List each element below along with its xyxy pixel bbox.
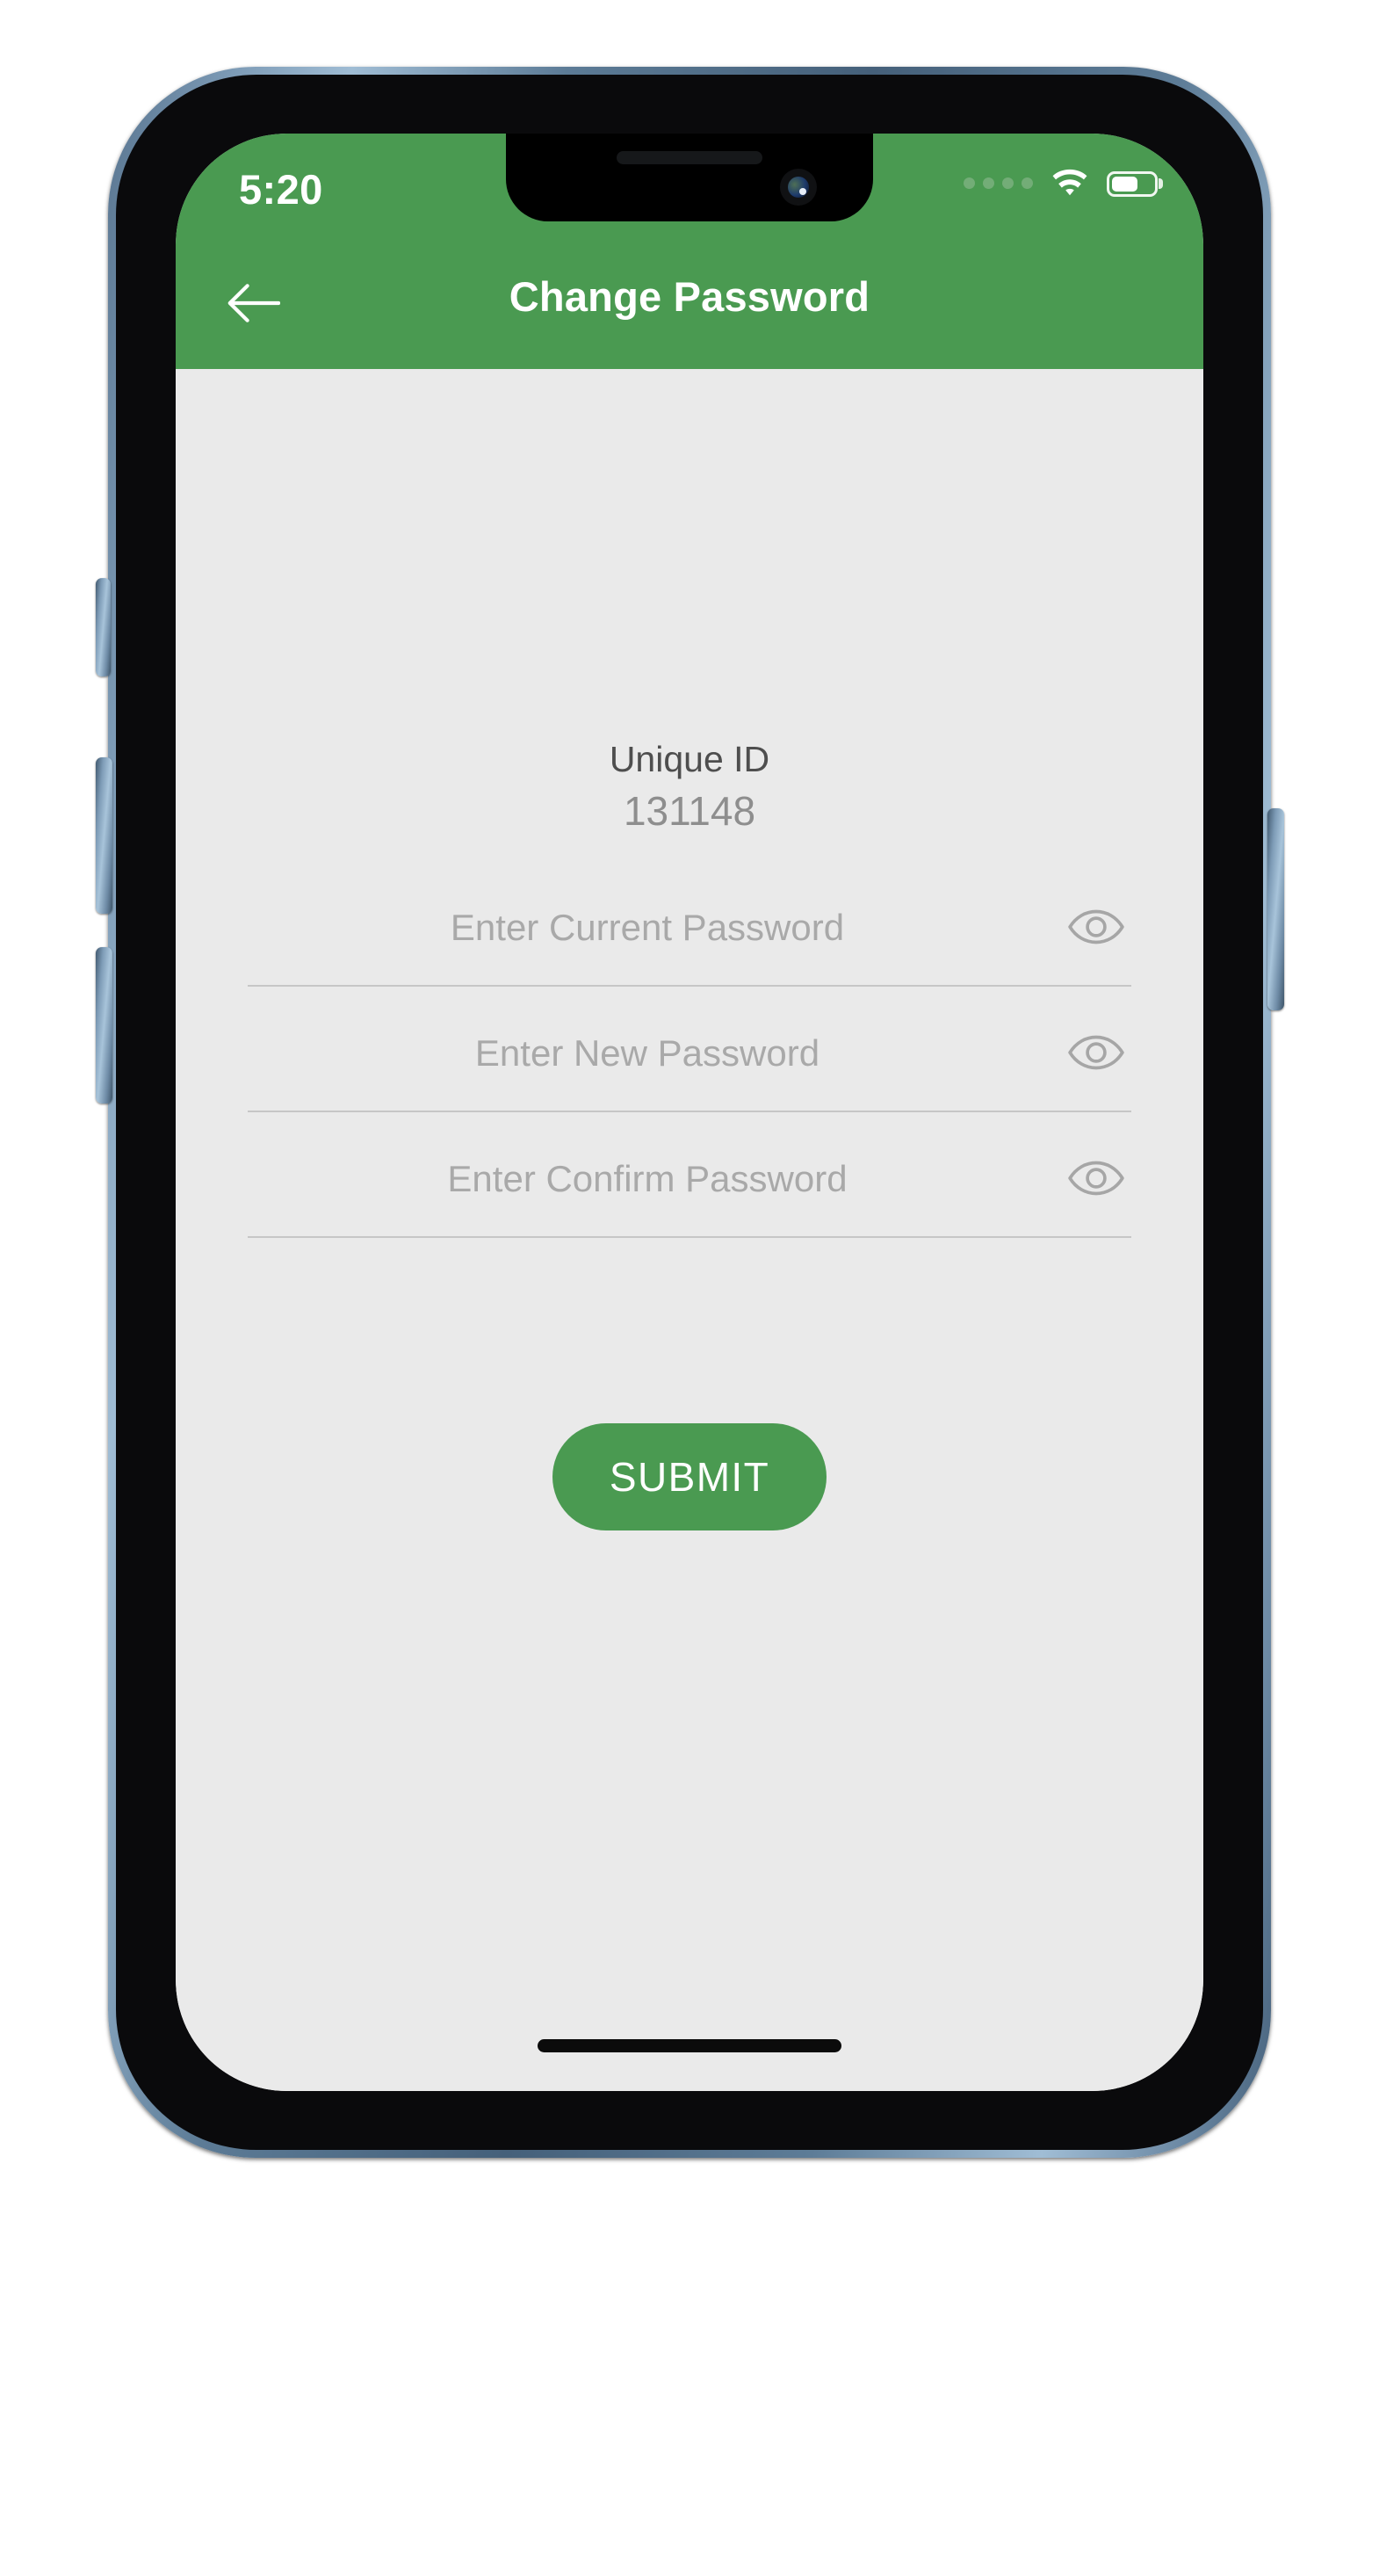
earpiece-speaker — [617, 151, 762, 164]
eye-icon — [1068, 1035, 1124, 1070]
signal-strength-icon — [964, 177, 1033, 191]
field-underline — [248, 1236, 1131, 1238]
field-current-password[interactable]: Enter Current Password — [248, 884, 1131, 1009]
screenshot-canvas: 5:20 Change Password Unique ID 131148 En… — [0, 0, 1379, 2576]
new-password-placeholder: Enter New Password — [474, 1032, 820, 1074]
unique-id-value: 131148 — [623, 788, 756, 835]
current-password-placeholder: Enter Current Password — [450, 907, 845, 948]
toggle-confirm-password-visibility[interactable] — [1065, 1151, 1128, 1205]
page-title: Change Password — [509, 273, 870, 320]
front-camera-icon — [780, 169, 817, 206]
field-new-password[interactable]: Enter New Password — [248, 1009, 1131, 1135]
field-confirm-password[interactable]: Enter Confirm Password — [248, 1135, 1131, 1261]
battery-icon — [1107, 170, 1163, 197]
toggle-new-password-visibility[interactable] — [1065, 1025, 1128, 1080]
eye-icon — [1068, 909, 1124, 944]
phone-screen: 5:20 Change Password Unique ID 131148 En… — [176, 134, 1203, 2091]
wifi-icon — [1052, 169, 1087, 196]
nav-bar: Change Password — [176, 239, 1203, 369]
submit-row: SUBMIT — [176, 1423, 1203, 1530]
eye-icon — [1068, 1161, 1124, 1196]
app-viewport: 5:20 Change Password Unique ID 131148 En… — [176, 134, 1203, 2091]
change-password-form: Enter Current Password Enter New Passwor… — [248, 884, 1131, 1261]
unique-id-block: Unique ID 131148 — [176, 736, 1203, 838]
toggle-current-password-visibility[interactable] — [1065, 900, 1128, 954]
submit-button[interactable]: SUBMIT — [552, 1423, 827, 1530]
power-button[interactable] — [1267, 808, 1284, 1010]
silent-switch-button[interactable] — [96, 578, 111, 677]
volume-down-button[interactable] — [96, 947, 112, 1103]
field-underline — [248, 1111, 1131, 1112]
status-icons — [964, 169, 1163, 199]
notch — [506, 134, 873, 221]
confirm-password-placeholder: Enter Confirm Password — [447, 1158, 848, 1199]
unique-id-label: Unique ID — [609, 739, 770, 779]
status-time: 5:20 — [239, 166, 323, 213]
page-body: Unique ID 131148 Enter Current Password — [176, 369, 1203, 2091]
volume-up-button[interactable] — [96, 757, 112, 914]
home-indicator[interactable] — [538, 2039, 841, 2052]
app-header: 5:20 Change Password — [176, 134, 1203, 369]
field-underline — [248, 985, 1131, 987]
